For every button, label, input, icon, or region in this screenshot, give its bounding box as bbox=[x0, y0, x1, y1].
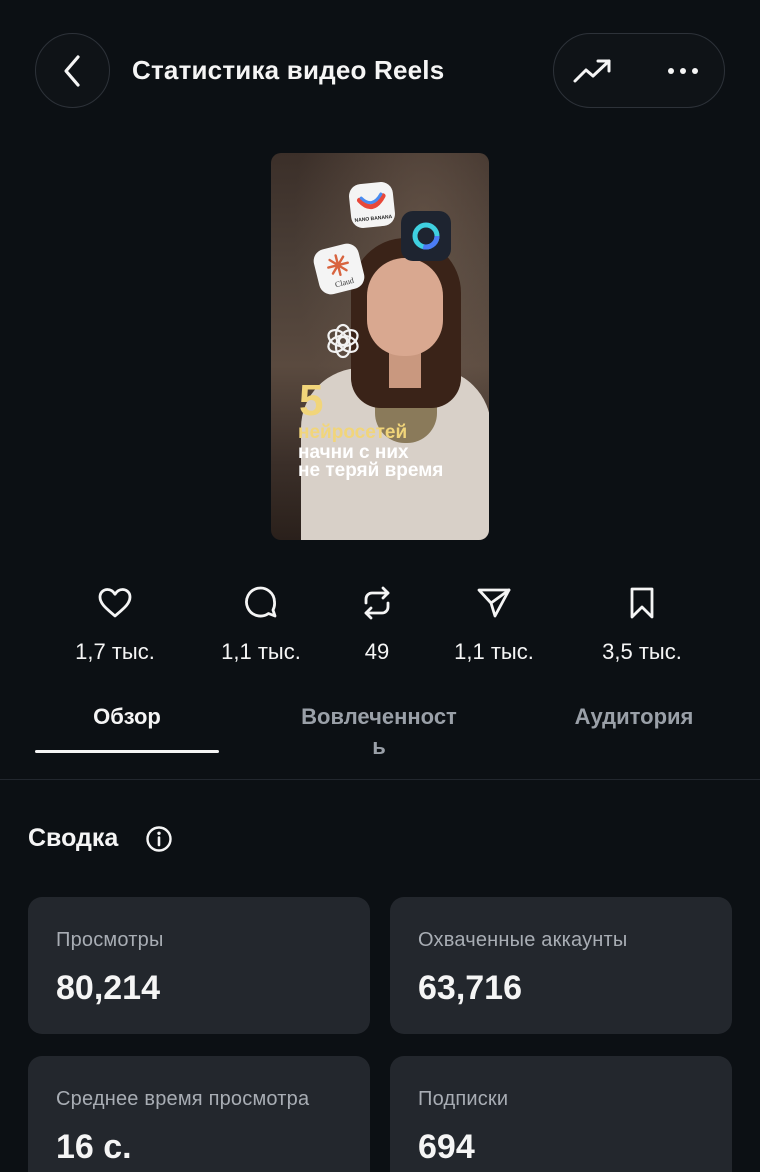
tabs-divider bbox=[0, 779, 760, 780]
trending-up-icon bbox=[573, 59, 611, 83]
metric-label: Просмотры bbox=[56, 929, 164, 951]
tab-engagement[interactable]: Вовлеченност ь bbox=[282, 702, 476, 762]
thumbnail-overlay-number: 5 bbox=[299, 376, 324, 425]
reel-thumbnail[interactable]: NANO BANANA Claud 5 нейросетей начни с н… bbox=[271, 153, 489, 540]
header-actions bbox=[553, 33, 725, 108]
stat-comments[interactable]: 1,1 тыс. bbox=[201, 583, 321, 665]
metric-label: Охваченные аккаунты bbox=[418, 929, 628, 951]
saves-count: 3,5 тыс. bbox=[602, 639, 682, 664]
metric-value: 16 с. bbox=[56, 1128, 132, 1166]
tab-engagement-label-line2: ь bbox=[372, 734, 386, 759]
likes-count: 1,7 тыс. bbox=[75, 639, 155, 664]
metric-card-avg-watch-time[interactable]: Среднее время просмотра 16 с. bbox=[28, 1056, 370, 1172]
stat-shares[interactable]: 1,1 тыс. bbox=[434, 583, 554, 665]
more-options-button[interactable] bbox=[660, 52, 706, 90]
metric-card-views[interactable]: Просмотры 80,214 bbox=[28, 897, 370, 1034]
heart-icon bbox=[98, 588, 132, 618]
tab-overview[interactable]: Обзор bbox=[35, 704, 219, 730]
thumbnail-person-face bbox=[367, 258, 443, 356]
openai-app-icon bbox=[323, 321, 363, 361]
page-title: Статистика видео Reels bbox=[132, 55, 445, 85]
svg-text:Claud: Claud bbox=[334, 276, 355, 289]
metric-card-reach[interactable]: Охваченные аккаунты 63,716 bbox=[390, 897, 732, 1034]
more-horizontal-icon bbox=[668, 68, 698, 74]
summary-title: Сводка bbox=[28, 824, 119, 852]
stat-likes[interactable]: 1,7 тыс. bbox=[55, 583, 175, 665]
tab-engagement-label-line1: Вовлеченност bbox=[301, 704, 457, 729]
svg-text:NANO BANANA: NANO BANANA bbox=[354, 214, 393, 224]
back-button[interactable] bbox=[35, 33, 110, 108]
metric-label: Среднее время просмотра bbox=[56, 1088, 310, 1110]
metric-value: 80,214 bbox=[56, 969, 160, 1007]
comments-count: 1,1 тыс. bbox=[221, 639, 301, 664]
info-icon[interactable] bbox=[145, 825, 173, 853]
metric-value: 694 bbox=[418, 1128, 475, 1166]
tab-audience[interactable]: Аудитория bbox=[545, 704, 723, 730]
metric-label: Подписки bbox=[418, 1088, 509, 1110]
chevron-left-icon bbox=[63, 54, 80, 87]
insights-trend-button[interactable] bbox=[570, 52, 616, 90]
thumbnail-overlay-line1: нейросетей bbox=[298, 422, 408, 443]
active-tab-indicator bbox=[35, 750, 219, 753]
thumbnail-overlay-line3: не теряй время bbox=[298, 460, 444, 481]
gemini-app-icon bbox=[401, 211, 451, 261]
shares-count: 1,1 тыс. bbox=[454, 639, 534, 664]
stat-reposts[interactable]: 49 bbox=[317, 583, 437, 665]
nano-banana-app-icon: NANO BANANA bbox=[347, 180, 397, 230]
send-icon bbox=[477, 588, 511, 618]
comment-icon bbox=[245, 586, 277, 618]
reposts-count: 49 bbox=[364, 639, 390, 664]
repost-icon bbox=[364, 586, 390, 620]
metric-value: 63,716 bbox=[418, 969, 522, 1007]
bookmark-icon bbox=[630, 587, 654, 619]
metric-card-follows[interactable]: Подписки 694 bbox=[390, 1056, 732, 1172]
stat-saves[interactable]: 3,5 тыс. bbox=[582, 583, 702, 665]
